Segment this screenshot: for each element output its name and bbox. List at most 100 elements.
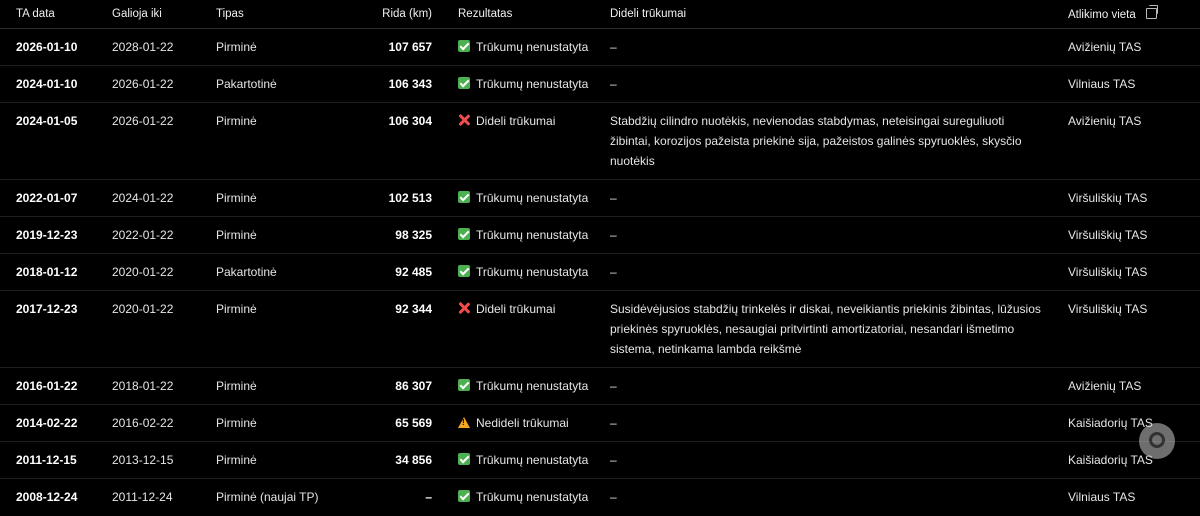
cell-place: Avižienių TAS <box>1068 28 1200 66</box>
result-label: Trūkumų nenustatyta <box>476 490 589 504</box>
cell-type: Pakartotinė <box>216 65 336 103</box>
check-icon <box>458 77 470 89</box>
cell-result: Trūkumų nenustatyta <box>458 65 610 103</box>
table-row[interactable]: 2022-01-07 2024-01-22 Pirminė 102 513 Trūkum… <box>0 179 1200 217</box>
cell-result: Dideli trūkumai <box>458 290 610 368</box>
cell-type: Pirminė <box>216 367 336 405</box>
cell-valid-until: 2011-12-24 <box>112 490 173 504</box>
check-icon <box>458 490 470 502</box>
header-valid-until[interactable]: Galioja iki <box>112 0 216 29</box>
cell-result: Trūkumų nenustatyta <box>458 179 610 217</box>
check-icon <box>458 379 470 391</box>
cross-icon <box>458 302 470 314</box>
cell-valid-until: 2024-01-22 <box>112 179 216 217</box>
cell-result: Trūkumų nenustatyta <box>458 367 610 405</box>
table-row[interactable]: 2016-01-22 2018-01-22 Pirminė 86 307 Trūkumų… <box>0 367 1200 405</box>
cell-date: 2017-12-23 <box>0 290 112 368</box>
cell-place: Vilniaus TAS <box>1068 65 1200 103</box>
copy-icon[interactable] <box>1145 4 1158 19</box>
table-row[interactable]: 2024-01-10 2026-01-22 Pakartotinė 106 343 Tr… <box>0 65 1200 103</box>
header-date[interactable]: TA data <box>0 0 112 29</box>
cell-valid-until: 2018-01-22 <box>112 367 216 405</box>
cell-defects: Susidėvėjusios stabdžių trinkelės ir dis… <box>610 290 1068 368</box>
check-icon <box>458 453 470 465</box>
cell-defects: – <box>610 441 1068 479</box>
cell-date: 2018-01-12 <box>0 253 112 291</box>
cell-defects: – <box>610 65 1068 103</box>
cross-icon <box>458 114 470 126</box>
cell-type: Pirminė <box>216 404 336 442</box>
result-label: Trūkumų nenustatyta <box>476 379 589 393</box>
header-defects[interactable]: Dideli trūkumai <box>610 0 1068 29</box>
header-result[interactable]: Rezultatas <box>458 0 610 29</box>
cell-place: Viršuliškių TAS <box>1068 253 1200 291</box>
cell-result: Trūkumų nenustatyta <box>458 441 610 479</box>
check-icon <box>458 228 470 240</box>
cell-mileage: 92 344 <box>336 290 458 368</box>
cell-place: Kaišiadorių TAS <box>1068 404 1200 442</box>
cell-mileage: 86 307 <box>336 367 458 405</box>
cell-date: 2016-01-22 <box>0 367 112 405</box>
result-label: Trūkumų nenustatyta <box>476 228 589 242</box>
cell-mileage: 98 325 <box>336 216 458 254</box>
result-label: Trūkumų nenustatyta <box>476 453 589 467</box>
result-label: Trūkumų nenustatyta <box>476 40 589 54</box>
table-row[interactable]: 2014-02-222016-02-22Pirminė65 569 Nedidel… <box>0 404 1200 442</box>
header-place-cell: Atlikimo vieta <box>1068 0 1200 29</box>
table-row[interactable]: 2026-01-10 2028-01-22 Pirminė 107 657 Trūkum… <box>0 28 1200 66</box>
cell-date: 2008-12-24 <box>16 490 78 504</box>
result-label: Dideli trūkumai <box>476 302 556 316</box>
cell-date: 2019-12-23 <box>0 216 112 254</box>
inspection-history-table: TA data Galioja iki Tipas Rida (km) Rezu… <box>0 0 1200 516</box>
cell-date: 2026-01-10 <box>0 28 112 66</box>
cell-type: Pirminė <box>216 179 336 217</box>
cell-mileage: 102 513 <box>336 179 458 217</box>
cell-place: Avižienių TAS <box>1068 102 1200 180</box>
table-row[interactable]: 2018-01-12 2020-01-22 Pakartotinė 92 485 Trū… <box>0 253 1200 291</box>
cell-valid-until: 2028-01-22 <box>112 28 216 66</box>
cell-type: Pirminė <box>216 102 336 180</box>
table-row[interactable]: 2019-12-23 2022-01-22 Pirminė 98 325 Trūkumų… <box>0 216 1200 254</box>
cell-result: Trūkumų nenustatyta <box>458 253 610 291</box>
cell-defects: – <box>610 179 1068 217</box>
table-row[interactable]: 2024-01-05 2026-01-22 Pirminė 106 304 Dideli… <box>0 102 1200 180</box>
header-mileage[interactable]: Rida (km) <box>336 0 458 29</box>
table-row[interactable]: 2017-12-23 2020-01-22 Pirminė 92 344 Dideli … <box>0 290 1200 368</box>
cell-date: 2014-02-22 <box>0 404 112 442</box>
cell-type: Pirminė <box>216 290 336 368</box>
cell-type: Pirminė (naujai TP) <box>216 490 319 504</box>
table-header-row: TA data Galioja iki Tipas Rida (km) Rezu… <box>0 0 1200 29</box>
cell-mileage: – <box>425 490 432 504</box>
cell-valid-until: 2026-01-22 <box>112 65 216 103</box>
cell-result: Dideli trūkumai <box>458 102 610 180</box>
cell-date: 2011-12-15 <box>0 441 112 479</box>
header-type[interactable]: Tipas <box>216 0 336 29</box>
cell-place: Viršuliškių TAS <box>1068 290 1200 368</box>
cell-type: Pakartotinė <box>216 253 336 291</box>
cell-date: 2024-01-05 <box>0 102 112 180</box>
cell-valid-until: 2020-01-22 <box>112 290 216 368</box>
result-label: Trūkumų nenustatyta <box>476 191 589 205</box>
table-row[interactable]: 2011-12-15 2013-12-15 Pirminė 34 856 Trūkumų… <box>0 441 1200 479</box>
cell-valid-until: 2022-01-22 <box>112 216 216 254</box>
cell-defects: – <box>610 404 1068 442</box>
cell-valid-until: 2026-01-22 <box>112 102 216 180</box>
cell-result: Trūkumų nenustatyta <box>458 216 610 254</box>
check-icon <box>458 265 470 277</box>
table-row[interactable]: 2008-12-24 2011-12-24 Pirminė (naujai TP) –… <box>0 479 1200 516</box>
cell-valid-until: 2013-12-15 <box>112 441 216 479</box>
warning-icon <box>458 417 470 428</box>
cell-type: Pirminė <box>216 441 336 479</box>
cell-defects: – <box>610 253 1068 291</box>
cell-type: Pirminė <box>216 216 336 254</box>
cell-place: Avižienių TAS <box>1068 367 1200 405</box>
result-label: Dideli trūkumai <box>476 114 556 128</box>
cell-defects: – <box>610 216 1068 254</box>
result-label: Nedideli trūkumai <box>476 416 569 430</box>
cell-type: Pirminė <box>216 28 336 66</box>
header-place[interactable]: Atlikimo vieta <box>1068 9 1136 21</box>
cell-place: Vilniaus TAS <box>1068 490 1136 504</box>
cell-defects: – <box>610 490 617 504</box>
cell-mileage: 106 304 <box>336 102 458 180</box>
cell-valid-until: 2020-01-22 <box>112 253 216 291</box>
